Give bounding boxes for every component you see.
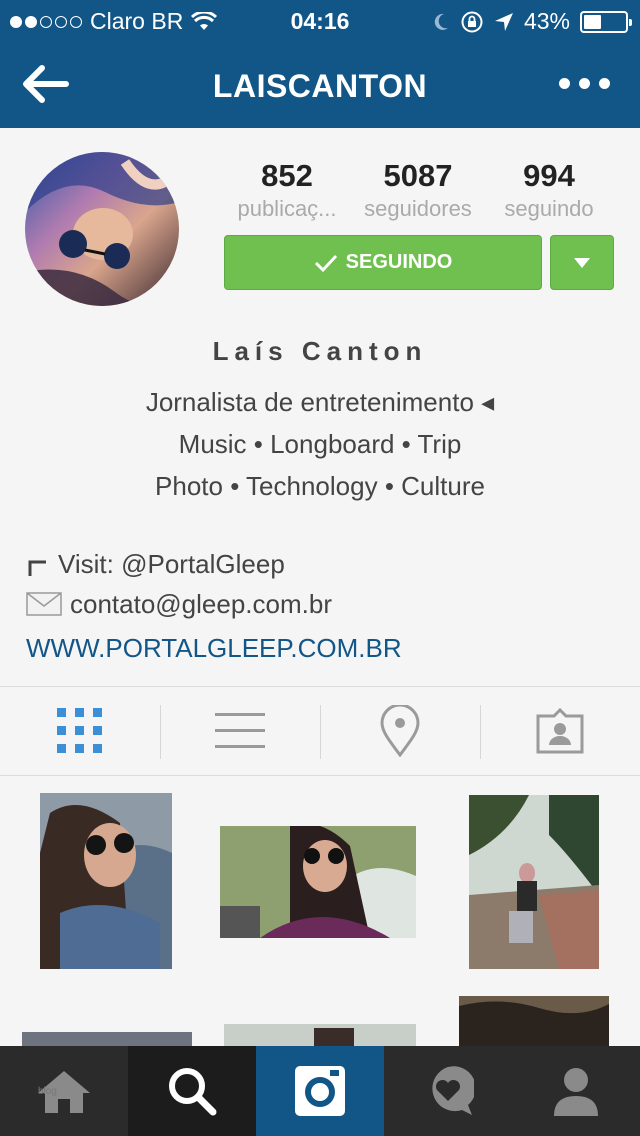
status-bar: Claro BR 04:16 43% (0, 0, 640, 40)
blog-label: blog (38, 1086, 57, 1097)
caret-down-icon (574, 257, 590, 268)
more-icon[interactable] (559, 78, 610, 89)
bottom-navigation: blog (0, 1046, 640, 1136)
profile-bio: Laís Canton Jornalista de entretenimento… (0, 336, 640, 507)
battery-percent: 43% (523, 8, 570, 34)
bio-line: Music • Longboard • Trip (178, 429, 462, 459)
stat-label: seguidores (364, 196, 472, 221)
nav-home[interactable]: blog (0, 1046, 128, 1136)
following-button[interactable]: SEGUINDO (224, 235, 542, 290)
profile-contact: Visit: @PortalGleep contato@gleep.com.br… (26, 544, 402, 668)
nav-camera[interactable] (256, 1046, 384, 1136)
visit-text: Visit: @PortalGleep (58, 548, 285, 579)
activity-heart-icon (432, 1066, 474, 1115)
bio-line: Photo • Technology • Culture (155, 471, 485, 501)
app-header: LAISCANTON (0, 40, 640, 128)
website-link[interactable]: WWW.PORTALGLEEP.COM.BR (26, 628, 402, 668)
profile-username-title: LAISCANTON (212, 68, 428, 104)
photo-thumbnail[interactable] (224, 1024, 416, 1046)
profile-full-name: Laís Canton (212, 336, 428, 366)
following-button-label: SEGUINDO (345, 251, 453, 273)
photo-thumbnail[interactable] (22, 1032, 192, 1046)
profile-icon (554, 1068, 598, 1116)
stat-value: 994 (523, 158, 575, 193)
photo-thumbnail[interactable] (469, 795, 599, 969)
tab-location[interactable] (320, 687, 480, 775)
checkmark-icon (314, 254, 337, 272)
photo-thumbnail[interactable] (40, 793, 172, 969)
tagged-photos-icon (536, 708, 584, 754)
photo-thumbnail[interactable] (459, 996, 609, 1046)
nav-activity[interactable] (384, 1046, 512, 1136)
list-icon (215, 713, 265, 748)
stat-label: seguindo (504, 196, 594, 221)
rotation-lock-icon (461, 11, 483, 32)
nav-search[interactable] (128, 1046, 256, 1136)
nav-profile[interactable] (512, 1046, 640, 1136)
following-count[interactable]: 994 seguindo (484, 158, 614, 222)
avatar[interactable] (25, 152, 179, 306)
location-arrow-icon (494, 12, 513, 31)
tab-tagged[interactable] (480, 687, 640, 775)
bio-line: Jornalista de entretenimento ◂ (145, 387, 495, 417)
followers-count[interactable]: 5087 seguidores (353, 158, 483, 222)
location-pin-icon (380, 705, 420, 757)
stat-value: 5087 (383, 158, 453, 193)
envelope-icon (26, 592, 62, 616)
photo-thumbnail[interactable] (220, 826, 416, 938)
search-icon (169, 1068, 217, 1116)
tab-list[interactable] (160, 687, 320, 775)
tab-grid[interactable] (0, 687, 160, 775)
posts-count[interactable]: 852 publicaç... (222, 158, 352, 222)
profile-view-tabs (0, 686, 640, 776)
corner-bracket-icon (28, 560, 46, 576)
battery-icon (580, 10, 632, 33)
stat-value: 852 (261, 158, 313, 193)
email-text: contato@gleep.com.br (70, 588, 332, 619)
profile-stats: 852 publicaç... 5087 seguidores 994 segu… (222, 158, 614, 222)
camera-icon (295, 1066, 345, 1116)
suggestions-dropdown-button[interactable] (550, 235, 614, 290)
stat-label: publicaç... (237, 196, 337, 221)
grid-icon (57, 708, 102, 753)
moon-icon (434, 13, 448, 30)
